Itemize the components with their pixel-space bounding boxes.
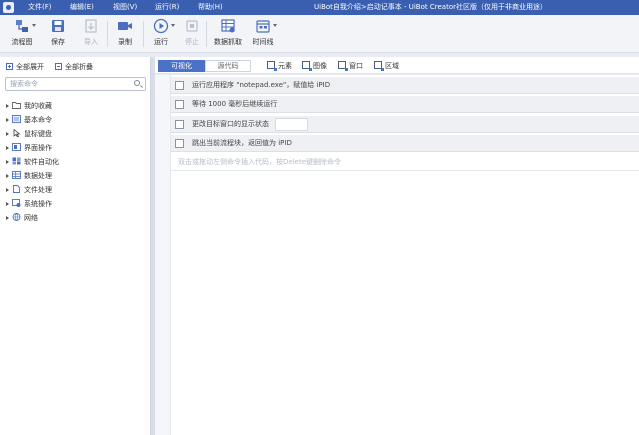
collapse-icon [55,63,62,70]
folder-icon [12,101,21,109]
menu-edit[interactable]: 编辑(E) [70,0,94,15]
command-row[interactable]: 更改目标窗口的显示状态 [171,116,639,133]
tab-visual[interactable]: 可视化 [158,60,205,72]
tree-item-file-processing[interactable]: 文件处理 [6,184,52,196]
expand-icon [6,63,13,70]
element-tool-button[interactable]: 元素 [267,60,292,72]
basic-command-icon [12,115,21,123]
run-button[interactable]: 运行 [150,18,175,50]
command-search-input[interactable] [5,77,146,91]
tree-item-network[interactable]: 网络 [6,212,38,224]
expand-arrow-icon [6,146,9,150]
ui-operation-icon [12,143,21,151]
toolbar-separator [143,21,144,47]
record-button[interactable]: 录制 [113,18,137,50]
region-tool-button[interactable]: 区域 [374,60,399,72]
import-icon [83,18,99,34]
collapse-all-button[interactable]: 全部折叠 [55,61,93,73]
tree-item-favorites[interactable]: 我的收藏 [6,100,52,112]
import-button[interactable]: 导入 [80,18,102,50]
window-title: UiBot自我介绍>启动记事本 - UiBot Creator社区版（仅用于非商… [314,3,547,11]
expand-arrow-icon [6,216,9,220]
expand-arrow-icon [6,174,9,178]
window-tool-button[interactable]: 窗口 [338,60,363,72]
tree-item-data-processing[interactable]: 数据处理 [6,170,52,182]
command-panel: 全部展开 全部折叠 我的收藏 基本命令 鼠标键盘 界面操作 软件自动化 数据处理… [0,57,151,435]
menu-file[interactable]: 文件(F) [28,0,52,15]
menu-run[interactable]: 运行(R) [155,0,179,15]
menu-help[interactable]: 帮助(H) [198,0,223,15]
mouse-keyboard-icon [12,128,21,138]
main-toolbar: 流程图 保存 导入 录制 运行 停止 数据抓取 时间线 [0,15,639,53]
expand-arrow-icon [6,188,9,192]
stop-button[interactable]: 停止 [181,18,203,50]
timeline-icon [255,18,277,34]
expand-arrow-icon [6,118,9,122]
expand-arrow-icon [6,132,9,136]
region-icon [374,61,384,71]
tree-item-system-operation[interactable]: 系统操作 [6,198,52,210]
stop-icon [184,18,200,34]
flowchart-button[interactable]: 流程图 [8,18,36,50]
tab-source-code[interactable]: 源代码 [205,60,251,72]
command-param-box[interactable] [275,118,308,131]
flowchart-icon [14,18,36,34]
image-tool-button[interactable]: 图像 [302,60,327,72]
command-row[interactable]: 运行应用程序 "notepad.exe"，赋值给 iPID [171,77,639,94]
tree-item-software-automation[interactable]: 软件自动化 [6,156,59,168]
toolbar-separator [107,21,108,47]
title-bar: 文件(F) 编辑(E) 视图(V) 运行(R) 帮助(H) UiBot自我介绍>… [0,0,639,15]
expand-all-button[interactable]: 全部展开 [6,61,44,73]
expand-arrow-icon [6,104,9,108]
save-button[interactable]: 保存 [47,18,69,50]
tree-item-ui-operation[interactable]: 界面操作 [6,142,52,154]
menu-view[interactable]: 视图(V) [113,0,137,15]
save-icon [50,18,66,34]
data-processing-icon [12,171,21,179]
network-icon [12,213,21,221]
toolbar-separator [206,21,207,47]
tree-item-mouse-keyboard[interactable]: 鼠标键盘 [6,128,52,140]
software-automation-icon [12,157,21,165]
data-scrape-button[interactable]: 数据抓取 [212,18,244,50]
file-processing-icon [12,185,21,193]
divider [171,170,639,171]
window-icon [338,61,348,71]
command-row[interactable]: 等待 1000 毫秒后继续运行 [171,96,639,113]
timeline-button[interactable]: 时间线 [250,18,277,50]
data-scrape-icon [220,18,236,34]
editor-hint: 双击或拖动左侧命令插入代码，按Delete键删除命令 [178,158,341,166]
run-app-icon [175,81,184,90]
search-icon[interactable] [134,80,140,86]
record-icon [117,18,133,34]
window-state-icon [175,120,184,129]
system-operation-icon [12,199,21,207]
expand-arrow-icon [6,202,9,206]
uibot-app-icon [3,2,14,13]
expand-arrow-icon [6,160,9,164]
run-icon [153,18,175,34]
wait-icon [175,100,184,109]
element-icon [267,61,277,71]
command-row[interactable]: 跳出当前流程块，返回值为 iPID [171,135,639,152]
editor-gutter [155,75,171,435]
tree-item-basic[interactable]: 基本命令 [6,114,52,126]
exit-block-icon [175,139,184,148]
image-icon [302,61,312,71]
